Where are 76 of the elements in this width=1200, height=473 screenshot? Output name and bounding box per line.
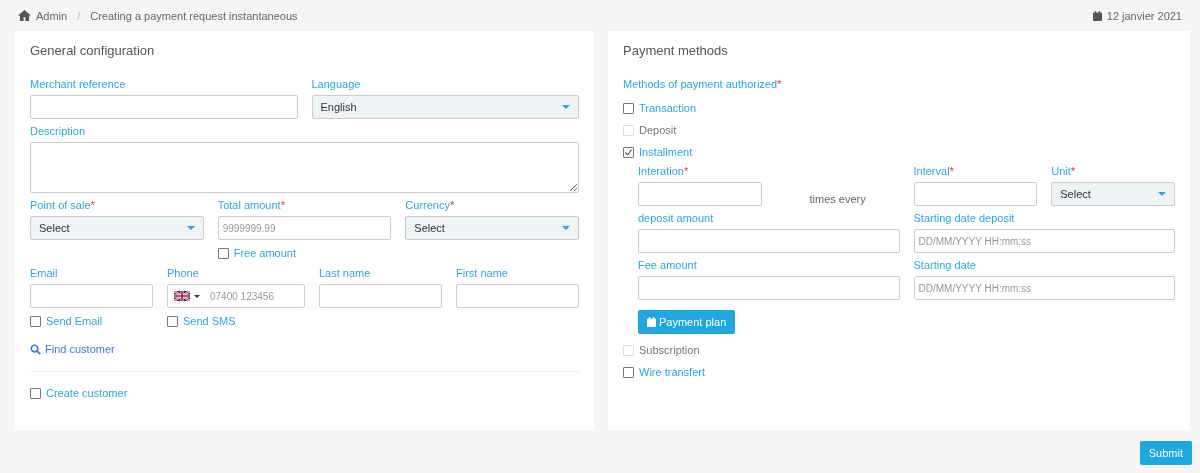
text-field[interactable]: 9999999.99 xyxy=(217,216,392,240)
checkbox[interactable] xyxy=(30,316,41,327)
field-label: Merchant reference xyxy=(30,78,126,90)
checkbox[interactable] xyxy=(167,316,178,327)
date-text: 12 janvier 2021 xyxy=(1106,9,1182,22)
description-field[interactable] xyxy=(30,142,579,193)
text-field[interactable] xyxy=(30,284,153,308)
field-label: Unit xyxy=(1051,165,1071,177)
required-mark: * xyxy=(280,199,285,211)
calendar-icon xyxy=(647,317,656,327)
text-field[interactable] xyxy=(456,284,579,308)
field-label: Fee amount xyxy=(638,259,697,271)
caret-icon xyxy=(562,226,570,230)
field-label: Starting date deposit xyxy=(913,212,1015,224)
text-field[interactable] xyxy=(638,229,900,253)
breadcrumb-item[interactable]: Admin xyxy=(36,9,68,22)
field-label: Email xyxy=(30,267,58,279)
checkbox-label[interactable]: Create customer xyxy=(46,386,128,400)
required-mark: * xyxy=(90,199,95,211)
required-mark: * xyxy=(683,165,689,177)
select-field[interactable]: English xyxy=(311,95,579,119)
field-label: Last name xyxy=(319,267,371,279)
breadcrumb-item: Creating a payment request instantaneous xyxy=(90,9,298,22)
field-label: Methods of payment authorized xyxy=(623,78,778,90)
text-field[interactable] xyxy=(30,95,298,119)
required-mark: * xyxy=(949,165,954,177)
checkbox-label[interactable]: Installment xyxy=(639,146,693,159)
checkbox-label[interactable]: Free amount xyxy=(233,247,297,260)
checkbox-label[interactable]: Send Email xyxy=(46,315,103,328)
field-label: Currency xyxy=(405,199,450,211)
caret-icon xyxy=(186,226,195,230)
checkbox[interactable] xyxy=(217,248,229,259)
text-field[interactable]: DD/MM/YYYY HH:mm:ss xyxy=(913,276,1175,300)
caption-text: times every xyxy=(809,193,866,205)
text-field[interactable] xyxy=(319,284,442,308)
checkbox-label[interactable]: Send SMS xyxy=(183,315,236,328)
field-label: Total amount xyxy=(217,199,281,211)
field-label: Interation xyxy=(638,165,684,177)
search-icon xyxy=(30,343,41,355)
field-label: Point of sale xyxy=(30,199,91,211)
select-field[interactable]: Select xyxy=(405,216,579,240)
field-label: Starting date xyxy=(913,259,976,271)
required-mark: * xyxy=(777,78,782,90)
field-label: Description xyxy=(30,125,86,137)
text-field[interactable] xyxy=(638,182,762,206)
field-label: First name xyxy=(456,267,508,279)
card-title: Payment methods xyxy=(623,43,729,58)
checkbox-label[interactable]: Wire transfert xyxy=(639,366,705,379)
caret-icon xyxy=(1158,192,1166,196)
checkbox[interactable] xyxy=(623,103,634,114)
submit-button[interactable]: Submit xyxy=(1139,441,1192,465)
checkbox[interactable] xyxy=(30,387,41,399)
flag-icon xyxy=(174,291,190,301)
checkbox[interactable] xyxy=(623,147,634,158)
breadcrumb-separator: / xyxy=(77,9,81,22)
find-customer-link[interactable]: Find customer xyxy=(30,343,115,355)
text-field[interactable] xyxy=(913,182,1038,206)
caret-icon xyxy=(194,294,200,298)
checkbox[interactable] xyxy=(623,367,634,378)
text-field[interactable]: DD/MM/YYYY HH:mm:ss xyxy=(913,229,1175,253)
card-title: General configuration xyxy=(30,43,156,58)
field-label: Language xyxy=(311,78,361,90)
required-mark: * xyxy=(1070,165,1076,177)
text-field[interactable] xyxy=(638,276,900,300)
caret-icon xyxy=(562,105,570,109)
select-field[interactable]: Select xyxy=(1051,182,1175,206)
required-mark: * xyxy=(449,199,455,211)
phone-field[interactable]: 07400 123456 xyxy=(167,284,305,308)
home-icon xyxy=(18,10,31,21)
select-field[interactable]: Select xyxy=(30,216,204,240)
field-label: Phone xyxy=(167,267,199,279)
calendar-icon xyxy=(1092,10,1102,21)
payment-plan-button[interactable]: Payment plan xyxy=(638,310,736,334)
checkbox-label[interactable]: Transaction xyxy=(639,102,697,115)
field-label: deposit amount xyxy=(638,212,714,224)
field-label: Interval xyxy=(913,165,950,177)
